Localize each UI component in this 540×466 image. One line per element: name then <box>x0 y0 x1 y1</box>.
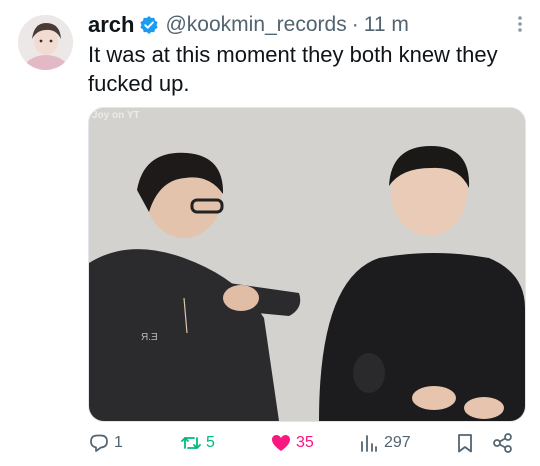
action-bar: 1 5 35 297 <box>88 428 524 458</box>
views-chart-icon <box>358 432 380 454</box>
bookmark-button[interactable] <box>454 428 476 458</box>
bookmark-icon <box>454 432 476 454</box>
share-button[interactable] <box>492 428 514 458</box>
more-options-icon[interactable] <box>514 12 526 36</box>
repost-count: 5 <box>206 434 215 451</box>
like-count: 35 <box>296 434 314 451</box>
reply-icon <box>88 432 110 454</box>
like-button[interactable]: 35 <box>270 428 314 458</box>
view-count: 297 <box>384 434 411 451</box>
video-watermark: Joy on YT <box>92 110 140 121</box>
user-handle[interactable]: @kookmin_records <box>165 13 346 37</box>
media-image: Я.Ǝ <box>89 108 525 421</box>
share-icon <box>492 432 514 454</box>
display-name[interactable]: arch <box>88 12 134 38</box>
repost-button[interactable]: 5 <box>180 428 215 458</box>
tweet-header: arch @kookmin_records · 11 m <box>88 10 526 40</box>
avatar[interactable] <box>18 15 73 70</box>
repost-icon <box>180 432 202 454</box>
heart-icon <box>270 432 292 454</box>
avatar-image <box>18 15 73 70</box>
reply-button[interactable]: 1 <box>88 428 123 458</box>
shirt-print: Я.Ǝ <box>141 332 158 343</box>
tweet-media[interactable]: Я.Ǝ Joy on YT <box>88 107 526 422</box>
timestamp[interactable]: 11 m <box>364 13 409 37</box>
views-button[interactable]: 297 <box>358 428 411 458</box>
tweet-text: It was at this moment they both knew the… <box>88 42 498 96</box>
separator-dot: · <box>351 13 359 36</box>
verified-badge-icon <box>139 15 159 35</box>
reply-count: 1 <box>114 434 123 451</box>
